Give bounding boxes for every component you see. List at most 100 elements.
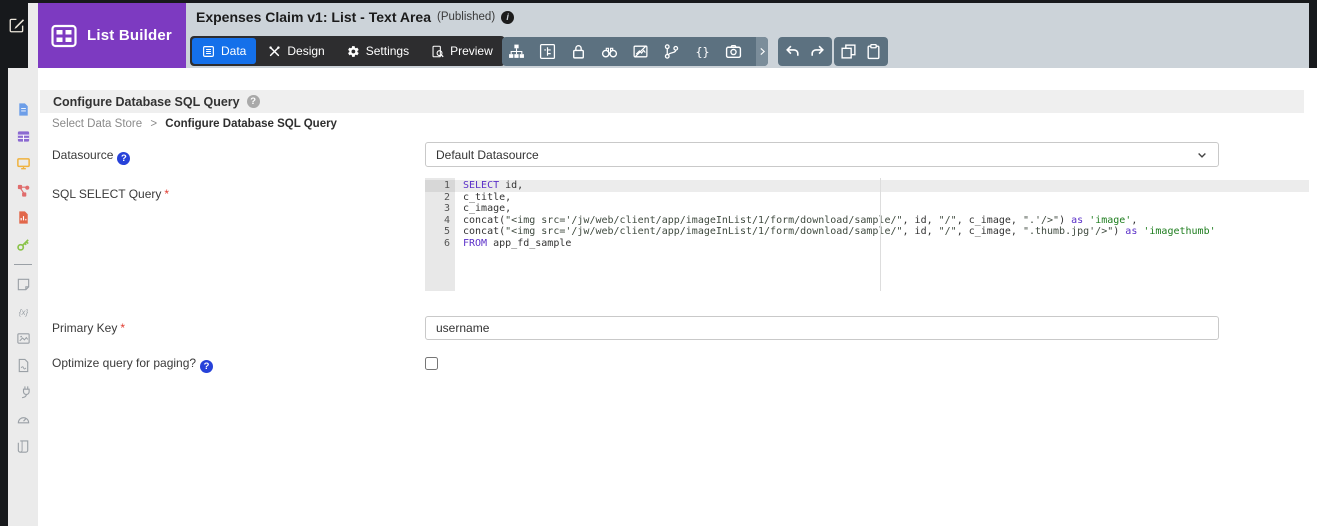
side-vars-icon: {x} [16,304,31,319]
editor-ruler [880,178,881,291]
side-report-icon [16,210,31,225]
builder-toolbar: {} [502,37,768,66]
sql-query-label: SQL SELECT Query* [52,187,169,201]
chevron-down-icon [1196,149,1208,161]
side-list-icon [16,129,31,144]
datasource-help-icon[interactable]: ? [117,152,130,165]
lock-icon[interactable] [570,43,587,60]
sql-editor[interactable]: 123456 SELECT id,c_title,c_image,concat(… [425,178,1309,291]
required-mark: * [164,187,169,201]
side-note-icon [16,277,31,292]
paging-help-icon[interactable]: ? [200,360,213,373]
tab-design-icon [268,45,281,58]
code-token: ".thumb.jpg'/>" [1023,226,1113,237]
tab-settings[interactable]: Settings [337,38,419,64]
sidebar-item-notes[interactable] [8,271,38,298]
chevron-right-icon [758,47,767,56]
tab-label: Preview [450,44,493,58]
code-token: app_fd_sample [487,238,571,249]
sidebar-item-access-keys[interactable] [8,231,38,258]
required-mark: * [120,321,125,335]
top-strip [0,0,1317,3]
datasource-select[interactable]: Default Datasource [425,142,1219,167]
binoculars-icon[interactable] [601,43,618,60]
breadcrumb-parent[interactable]: Select Data Store [52,118,142,130]
code-token: ".'/>" [1023,215,1059,226]
side-key-icon [16,237,31,252]
section-help-icon[interactable]: ? [247,95,260,108]
code-token: as [1125,226,1137,237]
side-form-icon [16,102,31,117]
code-line: FROM app_fd_sample [455,238,1309,250]
side-plugin-icon [16,385,31,400]
code-token: concat( [463,215,505,226]
breadcrumb-separator: > [150,118,157,130]
datasource-label: Datasource? [52,148,130,165]
screenshot-icon[interactable] [725,43,742,60]
builder-tabbar: Data Design Settings Preview [190,36,505,66]
tab-design[interactable]: Design [258,38,334,64]
code-token: , c_image, [957,226,1023,237]
side-monitor-icon [16,156,31,171]
tab-data-icon [202,45,215,58]
primary-key-input[interactable] [425,316,1219,340]
app-sidebar: {x} [8,0,38,526]
code-line: concat("<img src='/jw/web/client/app/ima… [455,215,1309,227]
tab-settings-icon [347,45,360,58]
sidebar-item-reports[interactable] [8,204,38,231]
code-line: concat("<img src='/jw/web/client/app/ima… [455,226,1309,238]
code-token: 'imagethumb' [1143,226,1215,237]
code-token: concat( [463,226,505,237]
svg-text:{}: {} [695,45,709,59]
edit-pencil-icon[interactable] [8,16,26,34]
paging-checkbox[interactable] [425,357,438,370]
sidebar-item-lists[interactable] [8,123,38,150]
code-token: , id, [903,226,939,237]
sidebar-item-performance[interactable] [8,406,38,433]
code-token: SELECT [463,180,499,191]
tab-preview-icon [431,45,444,58]
json-icon[interactable]: {} [694,43,711,60]
toolbar-more-button[interactable] [756,37,768,66]
tab-label: Settings [366,44,409,58]
code-line: SELECT id, [455,180,1309,192]
sidebar-item-processes[interactable] [8,177,38,204]
sidebar-item-files[interactable] [8,352,38,379]
tree-view-icon[interactable] [539,43,556,60]
redo-icon[interactable] [809,43,826,60]
svg-text:{x}: {x} [18,308,28,317]
sidebar-item-plugins[interactable] [8,379,38,406]
line-number: 3 [425,203,455,215]
sidebar-item-logs[interactable] [8,433,38,460]
code-token: , c_image, [957,215,1023,226]
side-process-icon [16,183,31,198]
side-scroll-icon [16,439,31,454]
sidebar-item-forms[interactable] [8,96,38,123]
left-rail [0,0,8,526]
sidebar-divider [14,264,32,265]
copy-icon[interactable] [840,43,857,60]
header-right-edge [1309,0,1317,68]
code-line: c_image, [455,203,1309,215]
info-icon[interactable]: i [501,11,514,24]
line-number: 4 [425,215,455,227]
paste-icon[interactable] [865,43,882,60]
page-title: Expenses Claim v1: List - Text Area [196,9,431,25]
code-token: c_title, [463,192,511,203]
sidebar-item-userview[interactable] [8,150,38,177]
code-token: as [1071,215,1083,226]
sidebar-item-images[interactable] [8,325,38,352]
sidebar-item-variables[interactable]: {x} [8,298,38,325]
line-number: 2 [425,192,455,204]
undo-icon[interactable] [784,43,801,60]
clipboard-toolbar [834,37,888,66]
side-gauge-icon [16,412,31,427]
tab-preview[interactable]: Preview [421,38,503,64]
tab-data[interactable]: Data [192,38,256,64]
image-preview-icon[interactable] [632,43,649,60]
tab-label: Design [287,44,324,58]
section-header: Configure Database SQL Query ? [40,90,1304,113]
code-token: "/" [939,226,957,237]
branch-icon[interactable] [663,43,680,60]
sitemap-icon[interactable] [508,43,525,60]
